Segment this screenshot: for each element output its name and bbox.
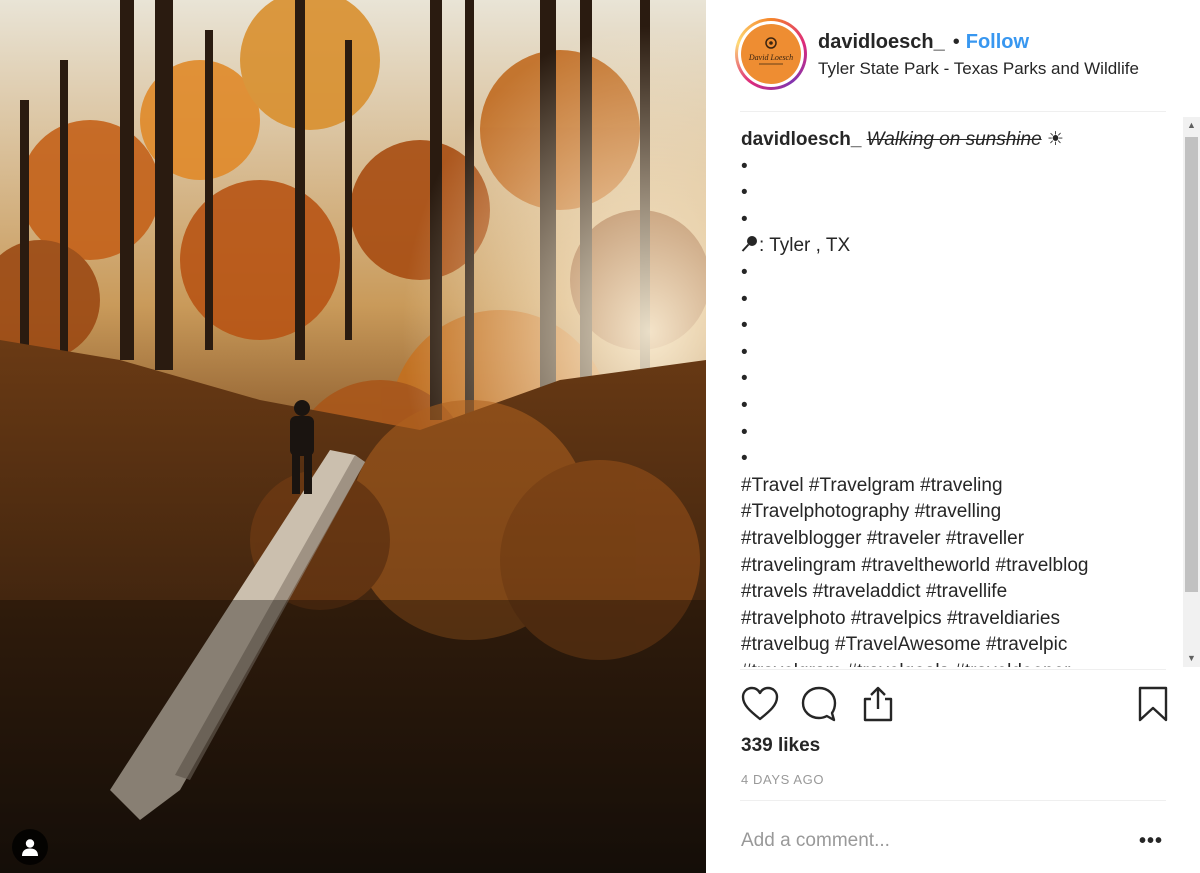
location-link[interactable]: Tyler State Park - Texas Parks and Wildl… [818,59,1139,79]
caption-first-line: davidloesch_ Walking on sunshine ☀ [741,127,1161,154]
post-photo[interactable] [0,0,706,873]
caption-title: Walking on sunshine [866,129,1042,150]
hashtag-line[interactable]: #travelblogger #traveler #traveller [741,526,1161,553]
sun-emoji: ☀ [1046,129,1064,150]
share-icon [863,686,893,722]
caption-username[interactable]: davidloesch_ [741,129,861,150]
header-divider [740,111,1166,112]
action-bar [740,684,1168,726]
save-button[interactable] [1133,684,1173,724]
forest-photo-image [0,0,706,873]
hashtag-line[interactable]: #travelphoto #travelpics #traveldiaries [741,606,1161,633]
like-button[interactable] [740,684,780,724]
caption-bullet: • [741,421,748,443]
caption-text: davidloesch_ Walking on sunshine ☀ • • •… [741,127,1161,667]
caption-bullet: • [741,155,748,177]
caption-bullet: • [741,315,748,337]
hashtag-line[interactable]: #travelbug #TravelAwesome #travelpic [741,632,1161,659]
avatar-ring-gap: David Loesch [738,21,804,87]
person-icon [22,839,38,856]
caption-bullet: • [741,182,748,204]
share-button[interactable] [858,684,898,724]
hashtag-line[interactable]: #travels #traveladdict #travellife [741,579,1161,606]
caption-bullet: • [741,448,748,470]
separator-dot: • [952,31,960,53]
avatar-logo-text: David Loesch [748,53,794,62]
pin-icon [741,236,757,253]
caption-scroll-area[interactable]: davidloesch_ Walking on sunshine ☀ • • •… [741,117,1200,667]
caption-bullet: • [741,368,748,390]
more-options-button[interactable]: ••• [1136,826,1166,856]
caption-bullet: • [741,261,748,283]
hashtag-line[interactable]: #travelgram #travelgoals #traveldeeper [741,659,1161,667]
hashtag-line[interactable]: #Travelphotography #travelling [741,499,1161,526]
username-line: davidloesch_ • Follow [818,30,1029,54]
caption-scrollbar[interactable]: ▲ ▼ [1183,117,1200,667]
follow-button[interactable]: Follow [966,31,1029,53]
tagged-user-icon[interactable] [12,829,48,865]
post-timestamp[interactable]: 4 DAYS AGO [741,772,824,787]
scrollbar-thumb[interactable] [1185,137,1198,592]
avatar-image: David Loesch [741,24,801,84]
likes-count[interactable]: 339 likes [741,735,820,757]
scroll-down-arrow-icon[interactable]: ▼ [1183,650,1200,667]
caption-bullet: • [741,341,748,363]
comment-input[interactable] [741,826,1111,856]
caption-divider [740,669,1166,670]
instagram-post-view: David Loesch davidloesch_ • Follow Tyler S… [0,0,1200,873]
comment-icon [801,686,837,722]
caption-location-text: : Tyler , TX [759,235,851,257]
caption-bullet: • [741,208,748,230]
comment-button[interactable] [799,684,839,724]
post-header: David Loesch davidloesch_ • Follow Tyler S… [706,0,1200,110]
caption-bullet: • [741,394,748,416]
scroll-up-arrow-icon[interactable]: ▲ [1183,117,1200,134]
bookmark-icon [1138,686,1168,722]
caption-location-line: : Tyler , TX [741,233,1161,260]
caption-bullet: • [741,288,748,310]
avatar[interactable]: David Loesch [735,18,807,90]
hashtag-line[interactable]: #travelingram #traveltheworld #travelblo… [741,553,1161,580]
comment-divider [740,800,1166,801]
post-sidebar: David Loesch davidloesch_ • Follow Tyler S… [706,0,1200,873]
hashtag-line[interactable]: #Travel #Travelgram #traveling [741,473,1161,500]
heart-icon [741,686,779,721]
username-link[interactable]: davidloesch_ [818,31,945,53]
